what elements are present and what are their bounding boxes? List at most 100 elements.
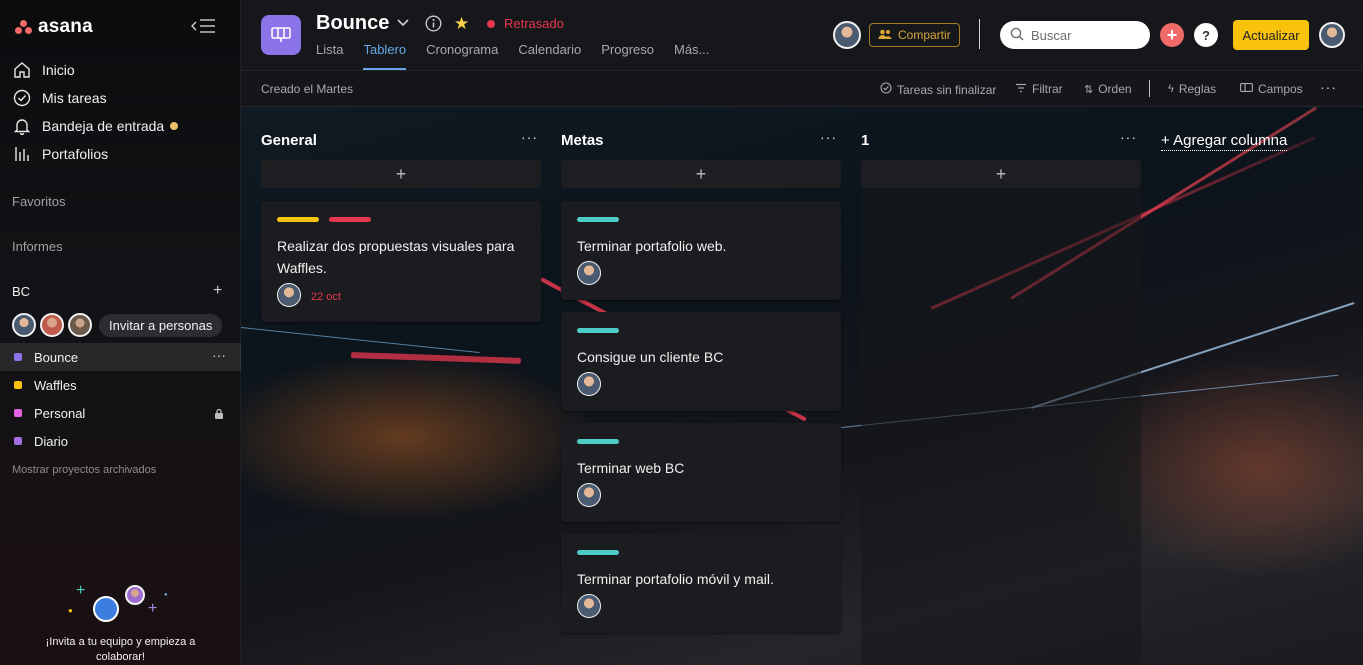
- incomplete-label: Tareas sin finalizar: [897, 82, 997, 97]
- invite-promo-text: ¡Invita a tu equipo y empieza a colabora…: [45, 636, 196, 663]
- show-archived-link[interactable]: Mostrar proyectos archivados: [12, 464, 156, 476]
- tab-cronograma[interactable]: Cronograma: [426, 42, 498, 70]
- divider: [1149, 80, 1150, 97]
- team-members: [12, 313, 92, 337]
- filter-button[interactable]: Filtrar: [1015, 82, 1063, 96]
- task-card[interactable]: Consigue un cliente BC: [561, 312, 841, 411]
- chevron-down-icon[interactable]: [397, 16, 409, 30]
- tab-tablero[interactable]: Tablero: [363, 42, 406, 70]
- nav-my-tasks-label: Mis tareas: [42, 90, 107, 106]
- avatar[interactable]: [40, 313, 64, 337]
- column-more-icon[interactable]: ···: [521, 129, 538, 145]
- bar-chart-icon: [12, 144, 32, 164]
- upgrade-button[interactable]: Actualizar: [1233, 20, 1309, 50]
- more-options-icon[interactable]: ···: [212, 347, 226, 363]
- info-icon[interactable]: [425, 15, 442, 37]
- sparkle-icon: +: [148, 600, 158, 617]
- divider: [979, 19, 980, 49]
- tab-more[interactable]: Más...: [674, 42, 709, 70]
- column-more-icon[interactable]: ···: [1120, 129, 1137, 145]
- lightning-icon: ϟ: [1168, 83, 1174, 95]
- invite-people-button[interactable]: Invitar a personas: [99, 314, 223, 337]
- sparkle-icon: ●: [68, 606, 73, 615]
- tag-pill: [577, 550, 619, 555]
- sidebar-project-waffles[interactable]: Waffles: [0, 371, 241, 399]
- sidebar-project-bounce[interactable]: Bounce ···: [0, 343, 241, 371]
- sparkle-icon: +: [76, 582, 86, 599]
- nav-portfolios[interactable]: Portafolios: [12, 142, 108, 166]
- due-date[interactable]: 22 oct: [311, 291, 341, 303]
- column-title[interactable]: 1: [861, 132, 869, 149]
- tag-pill: [577, 217, 619, 222]
- task-title: Consigue un cliente BC: [577, 349, 724, 365]
- sparkle-icon: ●: [164, 592, 168, 598]
- tab-calendario[interactable]: Calendario: [518, 42, 581, 70]
- fields-button[interactable]: Campos: [1240, 82, 1303, 96]
- nav-home[interactable]: Inicio: [12, 58, 75, 82]
- tag-pill: [577, 439, 619, 444]
- task-card[interactable]: Terminar web BC: [561, 423, 841, 522]
- task-title: Realizar dos propuestas visuales para Wa…: [277, 238, 515, 276]
- column-more-icon[interactable]: ···: [820, 129, 837, 145]
- avatar: [125, 585, 145, 605]
- project-header: Bounce ★ Retrasado Lista Tablero Cronogr…: [241, 0, 1363, 71]
- column-title[interactable]: General: [261, 132, 317, 149]
- sidebar-project-personal[interactable]: Personal: [0, 399, 241, 427]
- assignee-avatar[interactable]: [277, 283, 301, 307]
- bell-icon: [12, 116, 32, 136]
- project-label: Diario: [34, 433, 68, 449]
- avatar[interactable]: [12, 313, 36, 337]
- sidebar-project-diario[interactable]: Diario: [0, 427, 241, 455]
- project-label: Bounce: [34, 349, 79, 365]
- assignee-avatar[interactable]: [577, 483, 601, 507]
- user-avatar[interactable]: [1319, 22, 1345, 48]
- task-card[interactable]: Terminar portafolio web.: [561, 201, 841, 300]
- more-options-icon[interactable]: ···: [1320, 79, 1337, 95]
- add-column-button[interactable]: + Agregar columna: [1161, 132, 1288, 151]
- collapse-sidebar-icon[interactable]: [190, 17, 218, 37]
- column-title[interactable]: Metas: [561, 132, 604, 149]
- task-title: Terminar portafolio web.: [577, 238, 727, 254]
- filter-icon: [1015, 83, 1027, 96]
- nav-inbox[interactable]: Bandeja de entrada: [12, 114, 179, 138]
- project-color-square: [14, 437, 22, 445]
- project-label: Personal: [34, 405, 86, 421]
- project-board-icon[interactable]: [261, 15, 301, 55]
- add-task-button[interactable]: +: [861, 160, 1141, 188]
- tab-lista[interactable]: Lista: [316, 42, 343, 70]
- assignee-avatar[interactable]: [577, 594, 601, 618]
- background-light-streak: [350, 352, 522, 364]
- invite-team-promo[interactable]: + + ● ● ¡Invita a tu equipo y empieza a …: [0, 580, 241, 665]
- page-title: Bounce: [316, 12, 390, 34]
- star-icon[interactable]: ★: [454, 14, 469, 34]
- incomplete-tasks-filter[interactable]: Tareas sin finalizar: [880, 82, 996, 97]
- task-card[interactable]: Realizar dos propuestas visuales para Wa…: [261, 201, 541, 322]
- assignee-avatar[interactable]: [577, 372, 601, 396]
- card-tags: [577, 550, 619, 555]
- task-card[interactable]: Terminar portafolio móvil y mail.: [561, 534, 841, 633]
- tab-progreso[interactable]: Progreso: [601, 42, 654, 70]
- status-badge[interactable]: Retrasado: [487, 16, 564, 31]
- help-button[interactable]: ?: [1194, 23, 1218, 47]
- asana-logo[interactable]: asana: [14, 15, 93, 39]
- search-input[interactable]: Buscar: [1000, 21, 1150, 49]
- avatar[interactable]: [68, 313, 92, 337]
- favorites-heading[interactable]: Favoritos: [12, 194, 65, 209]
- add-task-button[interactable]: +: [261, 160, 541, 188]
- user-placeholder-icon: [93, 596, 119, 622]
- lock-icon: [214, 407, 223, 419]
- add-project-icon[interactable]: +: [213, 282, 222, 300]
- people-icon: [878, 29, 892, 42]
- team-heading[interactable]: BC: [12, 284, 30, 299]
- assignee-avatar[interactable]: [577, 261, 601, 285]
- sort-button[interactable]: ⇅ Orden: [1084, 82, 1132, 96]
- quick-add-button[interactable]: +: [1160, 23, 1184, 47]
- project-color-square: [14, 381, 22, 389]
- rules-button[interactable]: ϟ Reglas: [1168, 82, 1216, 96]
- avatar[interactable]: [833, 21, 861, 49]
- home-icon: [12, 60, 32, 80]
- add-task-button[interactable]: +: [561, 160, 841, 188]
- nav-my-tasks[interactable]: Mis tareas: [12, 86, 107, 110]
- share-button[interactable]: Compartir: [869, 23, 960, 47]
- reports-heading[interactable]: Informes: [12, 239, 63, 254]
